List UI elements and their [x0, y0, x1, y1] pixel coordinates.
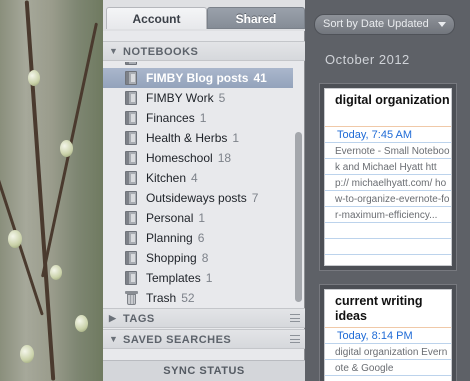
note-title: current writing ideas [335, 294, 423, 323]
notebook-count: 4 [191, 171, 198, 185]
disclosure-triangle-icon: ▼ [109, 334, 119, 344]
notebook-icon [125, 71, 137, 85]
tab-account[interactable]: Account [106, 7, 207, 29]
notebook-item-shopping[interactable]: Shopping 8 [103, 248, 293, 268]
notebook-count: 5 [218, 91, 226, 105]
sort-dropdown[interactable]: Sort by Date Updated [314, 14, 455, 35]
notebook-item-kitchen[interactable]: Kitchen 4 [103, 168, 293, 188]
notebook-icon [125, 151, 137, 165]
disclosure-triangle-icon: ▼ [109, 46, 119, 56]
notebook-item-fimby-work[interactable]: FIMBY Work 5 [103, 88, 293, 108]
notebook-name: Shopping [146, 251, 197, 265]
notebook-icon [125, 251, 137, 265]
notebook-item-health-herbs[interactable]: Health & Herbs 1 [103, 128, 293, 148]
note-card[interactable]: digital organization Today, 7:45 AM Ever… [324, 88, 452, 266]
tags-section-header[interactable]: ▶ TAGS [103, 308, 305, 328]
notebook-count: 6 [197, 231, 205, 245]
sync-status-bar[interactable]: SYNC STATUS [103, 360, 305, 381]
notebook-count: 52 [181, 291, 195, 305]
notebook-item-fimby-blog-posts[interactable]: FIMBY Blog posts 41 [103, 68, 293, 88]
notebooks-section-header[interactable]: ▼ NOTEBOOKS [103, 41, 305, 61]
notebook-icon [125, 62, 137, 65]
notebook-icon [125, 111, 137, 125]
note-card[interactable]: current writing ideas Today, 8:14 PM dig… [324, 289, 452, 381]
notebook-name: Kitchen [146, 171, 187, 185]
note-date: Today, 8:14 PM [337, 330, 413, 342]
notebook-item-personal[interactable]: Personal 1 [103, 208, 293, 228]
list-menu-icon[interactable] [290, 314, 300, 322]
notebook-scrollbar[interactable] [293, 62, 303, 308]
notebook-icon [125, 191, 137, 205]
saved-searches-header-label: SAVED SEARCHES [123, 334, 232, 346]
scrollbar-thumb[interactable] [295, 132, 302, 302]
saved-searches-section-header[interactable]: ▼ SAVED SEARCHES [103, 329, 305, 349]
notebook-name: Personal [146, 211, 194, 225]
notebook-count: 1 [205, 271, 213, 285]
notebook-count: 1 [232, 131, 240, 145]
notebook-count: 18 [217, 151, 232, 165]
sort-dropdown-label: Sort by Date Updated [323, 18, 429, 30]
sidebar: Account Shared ▼ NOTEBOOKS FIMBY Blog po… [103, 0, 305, 381]
notebook-count: 41 [253, 71, 267, 85]
note-snippet: Evernote - Small Notebook and Michael Hy… [335, 146, 450, 221]
tags-header-label: TAGS [123, 313, 155, 325]
sidebar-tabs: Account Shared [103, 0, 305, 31]
notebook-icon [125, 211, 137, 225]
notebook-count: 1 [199, 111, 207, 125]
notebook-icon [125, 271, 137, 285]
notebook-item-finances[interactable]: Finances 1 [103, 108, 293, 128]
notebook-name: Outsideways posts [146, 191, 247, 205]
disclosure-triangle-icon: ▶ [109, 313, 117, 323]
notebooks-header-label: NOTEBOOKS [123, 46, 199, 58]
notebook-item-templates[interactable]: Templates 1 [103, 268, 293, 288]
note-date: Today, 7:45 AM [337, 129, 413, 141]
notebook-name: FIMBY Work [146, 91, 214, 105]
tab-shared[interactable]: Shared [207, 7, 305, 29]
notebook-name: Finances [146, 111, 195, 125]
note-list: Sort by Date Updated October 2012 digita… [305, 0, 470, 381]
note-title: digital organization [335, 93, 450, 107]
notebook-icon [125, 91, 137, 105]
notebook-icon [125, 131, 137, 145]
notebook-name: Planning [146, 231, 193, 245]
notebook-list: FIMBY Blog posts 41 FIMBY Work 5 Finances 1… [103, 62, 293, 308]
chevron-down-icon [438, 22, 446, 27]
notebook-count: 1 [198, 211, 206, 225]
notebook-item-homeschool[interactable]: Homeschool 18 [103, 148, 293, 168]
month-heading: October 2012 [325, 52, 410, 67]
notebook-name: Templates [146, 271, 201, 285]
notebook-icon [125, 171, 137, 185]
notebook-item-planning[interactable]: Planning 6 [103, 228, 293, 248]
notebook-item-trash[interactable]: Trash 52 [103, 288, 293, 308]
notebook-item-outsideways-posts[interactable]: Outsideways posts 7 [103, 188, 293, 208]
notebook-name: Health & Herbs [146, 131, 228, 145]
desktop-wallpaper [0, 0, 103, 381]
notebook-name: FIMBY Blog posts [146, 71, 249, 85]
notebook-icon [125, 231, 137, 245]
notebook-count: 8 [201, 251, 209, 265]
list-menu-icon[interactable] [290, 335, 300, 343]
notebook-count: 7 [251, 191, 259, 205]
notebook-name: Homeschool [146, 151, 213, 165]
note-snippet: digital organization Evernote & Google [335, 347, 448, 374]
trash-icon [125, 291, 138, 305]
notebook-name: Trash [146, 291, 177, 305]
